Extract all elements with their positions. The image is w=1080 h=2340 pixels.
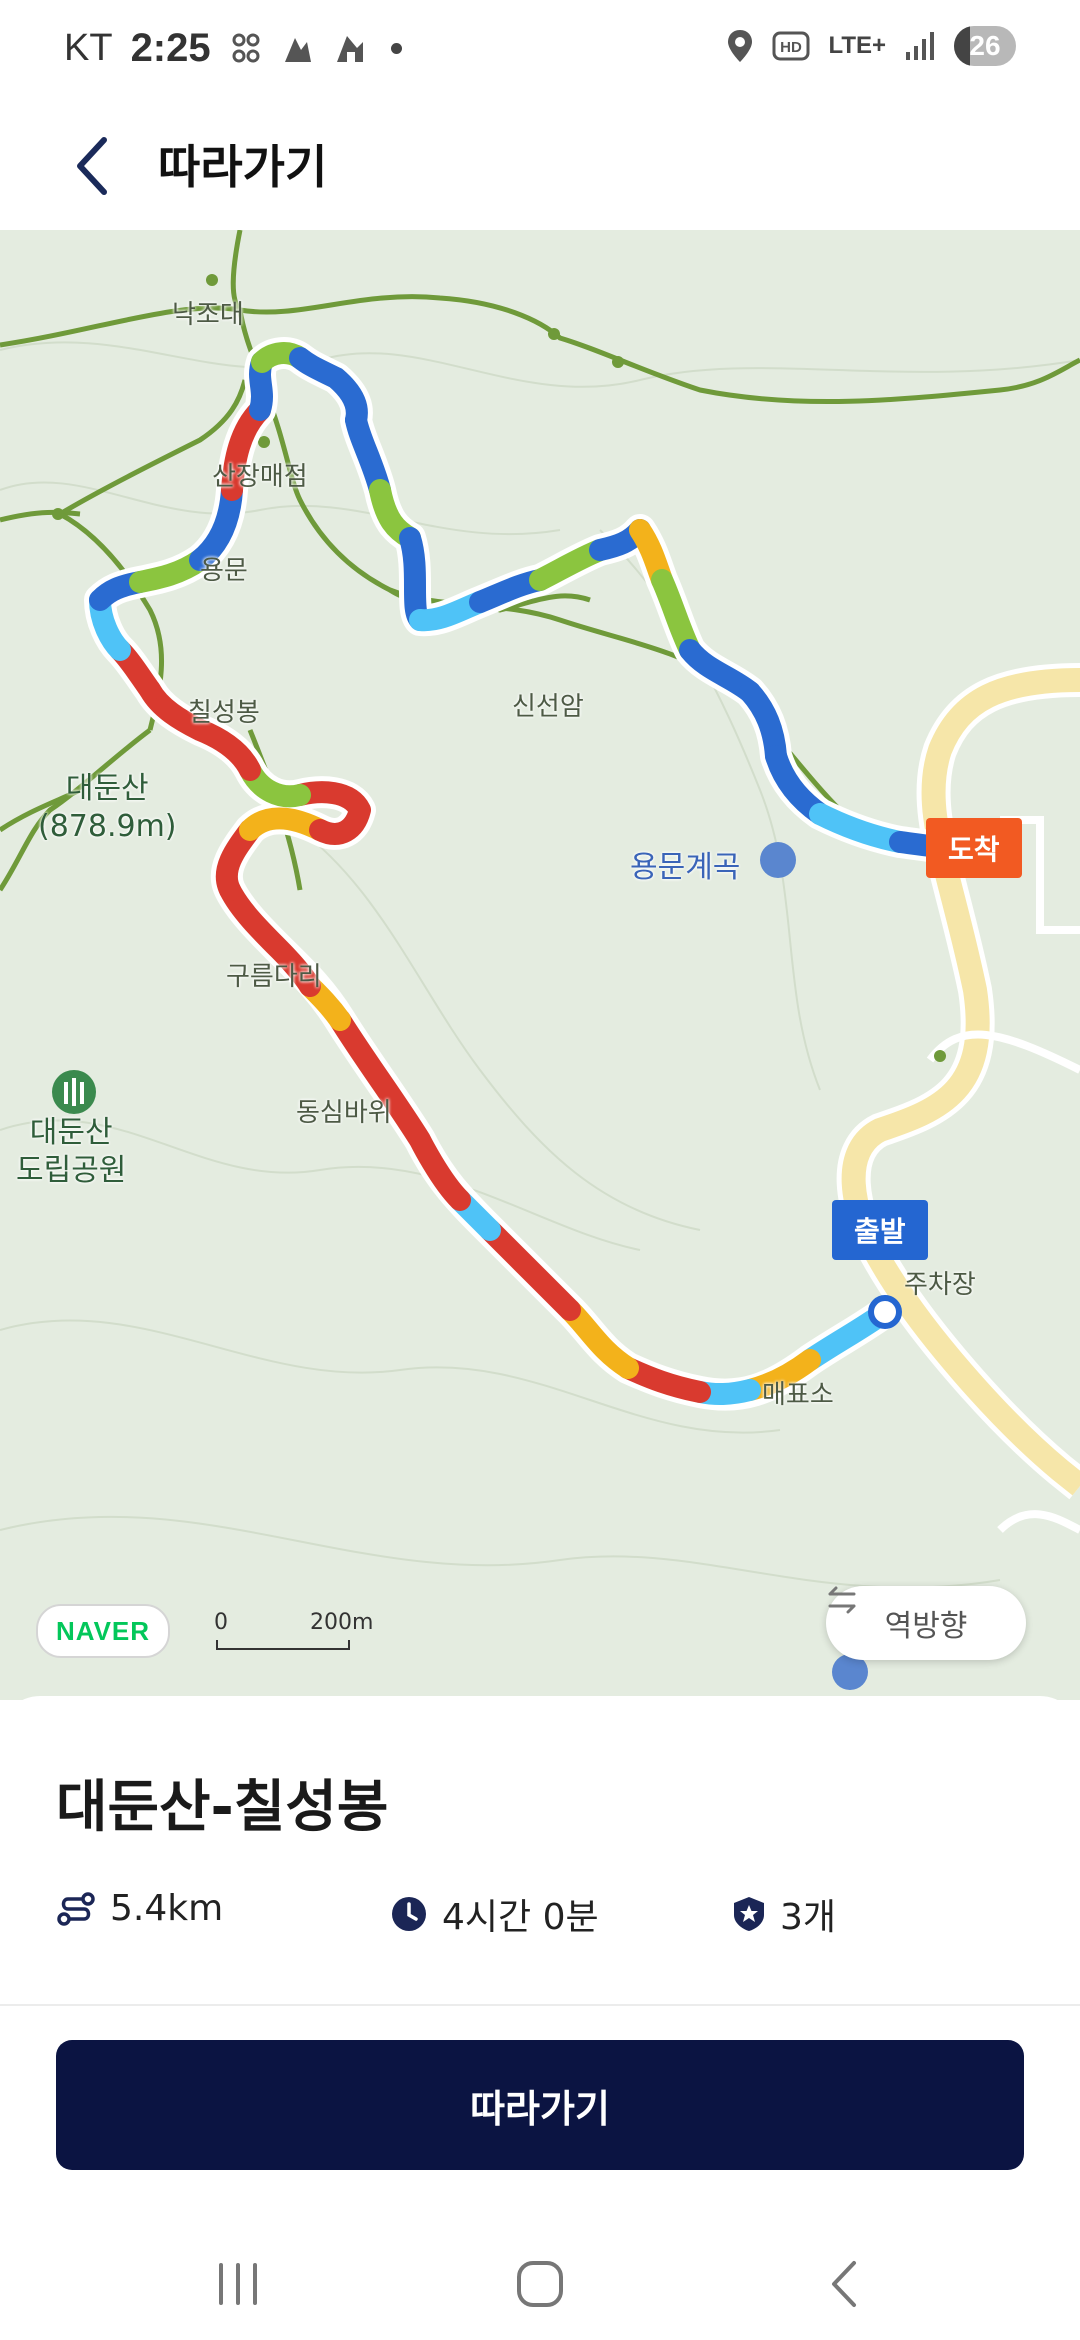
route-map[interactable]: 낙조대 산장매점 용문 칠성봉 대둔산 (878.9m) 구름다리 대둔산 도립…: [0, 230, 1080, 1700]
battery-indicator: 26: [954, 26, 1016, 66]
scale-bar: [216, 1640, 350, 1650]
map-label-dongsim: 동심바위: [296, 1098, 392, 1128]
map-label-ticket: 매표소: [762, 1380, 834, 1410]
home-icon: [517, 2261, 563, 2307]
status-left: KT 2:25: [64, 26, 402, 71]
map-label-gureum: 구름다리: [226, 962, 322, 992]
reverse-direction-button[interactable]: 역방향: [826, 1586, 1026, 1660]
reverse-direction-label: 역방향: [884, 1609, 968, 1644]
scale-zero: 0: [214, 1610, 228, 1635]
map-label-daedunsan-height: (878.9m): [38, 809, 177, 844]
checkpoint-value: 3개: [780, 1897, 837, 1938]
duration-stat: 4시간 0분: [390, 1888, 599, 1940]
distance-stat: 5.4km: [56, 1888, 223, 1929]
notification-app-icon: [284, 37, 311, 62]
svg-text:HD: HD: [781, 39, 803, 56]
back-button[interactable]: [56, 130, 128, 202]
start-marker-tag: 출발: [832, 1200, 928, 1260]
signal-icon: [906, 32, 934, 60]
page-title: 따라가기: [158, 140, 328, 194]
chevron-left-icon: [77, 137, 107, 195]
course-name: 대둔산-칠성봉: [56, 1775, 389, 1840]
clock: 2:25: [130, 26, 211, 70]
map-label-daedunsan: 대둔산 (878.9m): [38, 770, 177, 846]
carrier-label: KT: [64, 27, 113, 69]
divider: [0, 2004, 1080, 2006]
hd-voice-icon: HD: [772, 31, 810, 61]
system-back-button[interactable]: [804, 2244, 884, 2324]
location-icon: [728, 30, 753, 62]
notification-app-icon: [336, 35, 363, 62]
map-label-park-line1: 대둔산: [29, 1115, 113, 1150]
status-right: HD LTE+ 26: [726, 26, 1016, 66]
map-label-sanjang: 산장매점: [212, 462, 308, 492]
map-label-park: 대둔산 도립공원: [16, 1114, 126, 1190]
recent-apps-button[interactable]: [198, 2244, 278, 2324]
course-info-sheet: 대둔산-칠성봉 5.4km 4시간 0분 3개 따라가기: [0, 1696, 1080, 2340]
battery-level: 26: [969, 30, 1001, 61]
scale-max: 200m: [310, 1610, 374, 1635]
start-point-marker[interactable]: [868, 1295, 902, 1329]
duration-value: 4시간 0분: [442, 1897, 599, 1938]
swap-arrows-icon: [828, 1586, 856, 1614]
map-label-park-line2: 도립공원: [16, 1153, 127, 1188]
network-type: LTE+: [828, 32, 886, 59]
recent-apps-icon: [219, 2263, 257, 2305]
follow-button[interactable]: 따라가기: [56, 2040, 1024, 2170]
shield-star-icon: [734, 1897, 764, 1931]
more-notifications-dot: [390, 43, 402, 54]
naver-logo: NAVER: [36, 1604, 170, 1658]
notification-app-icon: [232, 33, 260, 62]
system-nav-bar: [0, 2220, 1080, 2340]
map-label-yongmun-valley: 용문계곡: [630, 850, 741, 885]
back-arrow-icon: [832, 2261, 856, 2307]
map-label-daedunsan-name: 대둔산: [65, 771, 149, 806]
map-label-yongmun: 용문: [200, 556, 248, 586]
clock-icon: [392, 1897, 426, 1931]
route-distance-icon: [57, 1891, 95, 1926]
map-label-nakjodae: 낙조대: [172, 300, 244, 330]
status-bar: KT 2:25 HD LTE+ 26: [0, 0, 1080, 104]
app-header: 따라가기: [0, 104, 1080, 230]
map-scale: 0 200m: [214, 1610, 373, 1650]
end-marker-tag: 도착: [926, 818, 1022, 878]
map-label-parking: 주차장: [904, 1270, 976, 1300]
map-canvas: [0, 230, 1080, 1690]
map-label-chilsung: 칠성봉: [188, 698, 260, 728]
distance-value: 5.4km: [110, 1888, 224, 1929]
checkpoint-stat: 3개: [732, 1888, 836, 1940]
map-label-seonam: 신선암: [512, 692, 584, 722]
home-button[interactable]: [500, 2244, 580, 2324]
course-stats: 5.4km 4시간 0분 3개: [56, 1888, 1036, 1938]
